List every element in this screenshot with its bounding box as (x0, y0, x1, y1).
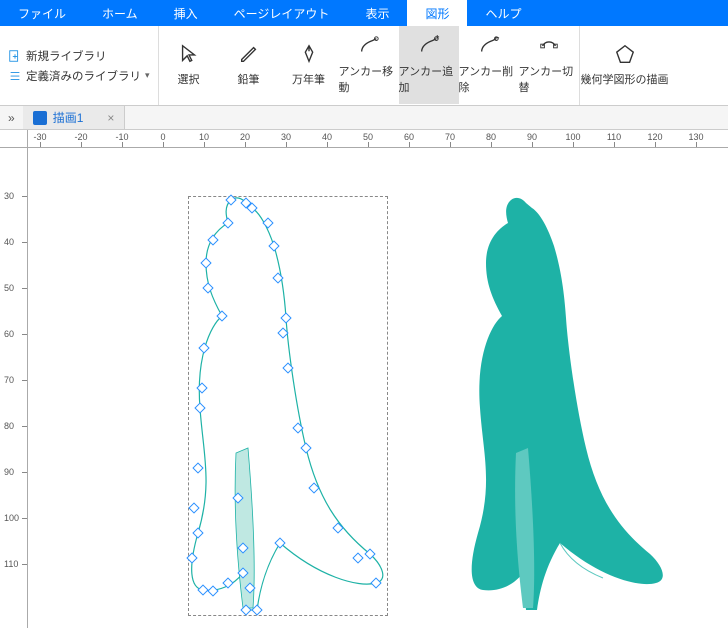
hruler-tick: 20 (240, 132, 250, 142)
anchor-point[interactable] (281, 313, 291, 323)
tool-anchor-add[interactable]: アンカー追加 (399, 26, 459, 104)
geometry-label: 幾何学図形の描画 (581, 71, 669, 87)
defined-library-label: 定義済みのライブラリ (26, 68, 141, 84)
menu-ヘルプ[interactable]: ヘルプ (467, 0, 539, 26)
geometry-group: 幾何学図形の描画 (579, 26, 670, 105)
tool-group: 選択鉛筆万年筆アンカー移動アンカー追加アンカー削除アンカー切替 (159, 26, 579, 105)
close-tab-button[interactable]: × (107, 111, 114, 125)
library-group: 新規ライブラリ 定義済みのライブラリ ▾ (0, 26, 159, 105)
menubar: ファイルホーム挿入ページレイアウト表示図形ヘルプ (0, 0, 728, 26)
anchor-point[interactable] (193, 463, 203, 473)
hruler-tick: 100 (565, 132, 580, 142)
anchor-point[interactable] (208, 586, 218, 596)
menu-表示[interactable]: 表示 (347, 0, 407, 26)
document-tab-label: 描画1 (53, 109, 84, 126)
new-library-button[interactable]: 新規ライブラリ (8, 46, 150, 66)
tool-anchor-delete[interactable]: アンカー削除 (459, 26, 519, 104)
anchor-point[interactable] (187, 553, 197, 563)
list-icon (8, 69, 22, 83)
vruler-tick: 40 (4, 237, 14, 247)
hruler-tick: 10 (199, 132, 209, 142)
hruler-tick: 70 (445, 132, 455, 142)
anchor-point[interactable] (197, 383, 207, 393)
pen-icon (298, 43, 320, 65)
anchor-point[interactable] (193, 528, 203, 538)
anchor-move-icon (358, 35, 380, 57)
anchor-point[interactable] (199, 343, 209, 353)
anchor-point[interactable] (252, 605, 262, 615)
hruler-tick: 0 (160, 132, 165, 142)
hruler-tick: 30 (281, 132, 291, 142)
anchor-point[interactable] (269, 241, 279, 251)
workspace: -30 -20 -10 0 10 20 30 40 50 60 70 80 90 100 110 120 130… (0, 130, 728, 628)
tool-pen[interactable]: 万年筆 (279, 26, 339, 104)
horizontal-ruler: -30 -20 -10 0 10 20 30 40 50 60 70 80 90 100 110 120 130 (28, 130, 728, 148)
pentagon-icon (614, 43, 636, 65)
menu-ファイル[interactable]: ファイル (0, 0, 84, 26)
tool-anchor-switch[interactable]: アンカー切替 (519, 26, 579, 104)
vruler-tick: 30 (4, 191, 14, 201)
canvas[interactable] (28, 148, 728, 628)
hruler-tick: 90 (527, 132, 537, 142)
menu-図形[interactable]: 図形 (407, 0, 467, 26)
hruler-tick: -20 (74, 132, 87, 142)
ruler-corner (0, 130, 28, 148)
hruler-tick: 120 (647, 132, 662, 142)
anchor-point[interactable] (198, 585, 208, 595)
anchor-point[interactable] (263, 218, 273, 228)
plus-doc-icon (8, 49, 22, 63)
hruler-tick: 130 (688, 132, 703, 142)
hruler-tick: -10 (115, 132, 128, 142)
anchor-point[interactable] (189, 503, 199, 513)
menu-挿入[interactable]: 挿入 (156, 0, 216, 26)
tabbar: » 描画1 × (0, 106, 728, 130)
cursor-icon (178, 43, 200, 65)
geometry-button[interactable]: 幾何学図形の描画 (580, 26, 670, 104)
tool-cursor[interactable]: 選択 (159, 26, 219, 104)
hruler-tick: 110 (607, 132, 621, 142)
dress-filled-shape[interactable] (308, 148, 728, 628)
anchor-add-icon (418, 35, 440, 57)
anchor-switch-icon (538, 35, 560, 57)
vruler-tick: 70 (4, 375, 14, 385)
anchor-point[interactable] (223, 218, 233, 228)
vruler-tick: 90 (4, 467, 14, 477)
vruler-tick: 100 (4, 513, 19, 523)
anchor-point[interactable] (195, 403, 205, 413)
hruler-tick: 50 (363, 132, 373, 142)
chevron-down-icon: ▾ (145, 70, 150, 81)
expand-panel-button[interactable]: » (0, 108, 23, 128)
vruler-tick: 50 (4, 283, 14, 293)
new-library-label: 新規ライブラリ (26, 48, 107, 64)
hruler-tick: 80 (486, 132, 496, 142)
anchor-point[interactable] (223, 578, 233, 588)
doc-icon (33, 111, 47, 125)
pencil-icon (238, 43, 260, 65)
anchor-delete-icon (478, 35, 500, 57)
tool-pencil[interactable]: 鉛筆 (219, 26, 279, 104)
ribbon: 新規ライブラリ 定義済みのライブラリ ▾ 選択鉛筆万年筆アンカー移動アンカー追加… (0, 26, 728, 106)
hruler-tick: 40 (322, 132, 332, 142)
anchor-point[interactable] (201, 258, 211, 268)
hruler-tick: 60 (404, 132, 414, 142)
vruler-tick: 110 (4, 559, 18, 569)
hruler-tick: -30 (33, 132, 46, 142)
vertical-ruler: 30 40 50 60 70 80 90 100 110 (0, 148, 28, 628)
menu-ページレイアウト[interactable]: ページレイアウト (216, 0, 348, 26)
anchor-point[interactable] (203, 283, 213, 293)
vruler-tick: 60 (4, 329, 14, 339)
defined-library-button[interactable]: 定義済みのライブラリ ▾ (8, 66, 150, 86)
tool-anchor-move[interactable]: アンカー移動 (339, 26, 399, 104)
menu-ホーム[interactable]: ホーム (84, 0, 156, 26)
vruler-tick: 80 (4, 421, 14, 431)
document-tab[interactable]: 描画1 × (23, 106, 126, 129)
